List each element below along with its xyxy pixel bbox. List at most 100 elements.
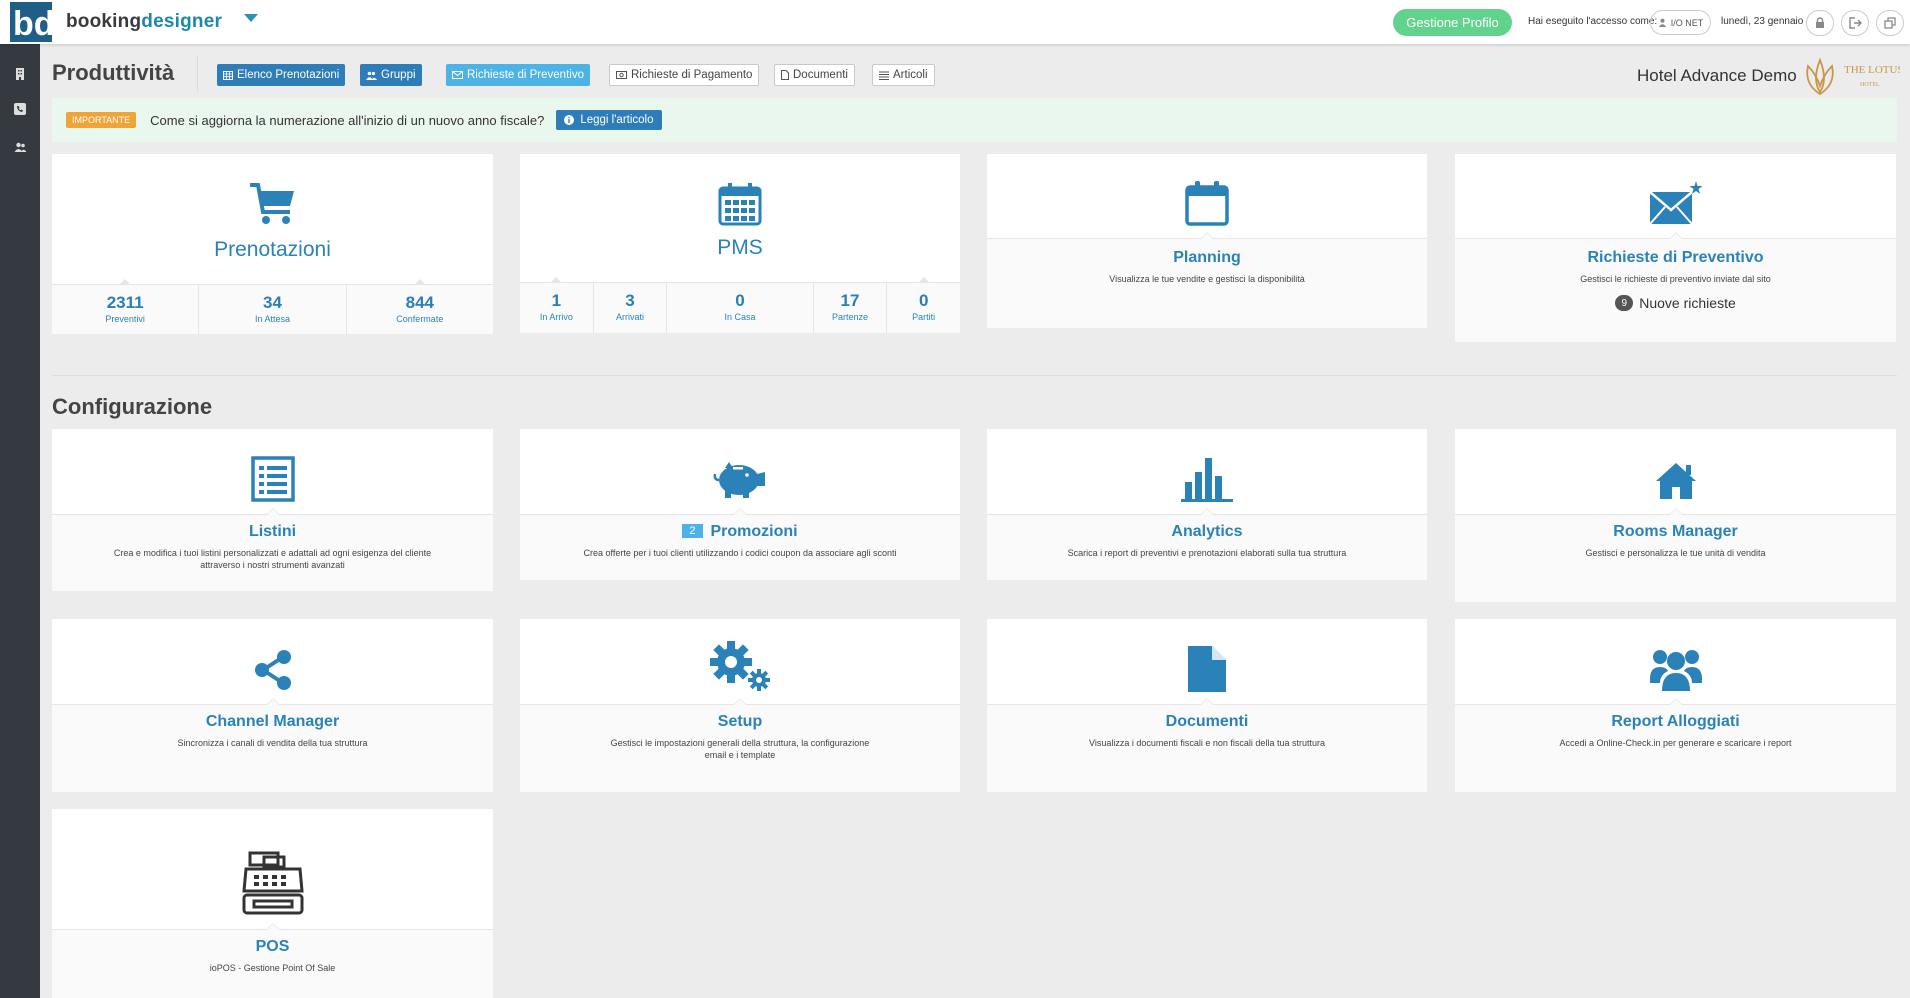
piggy-bank-icon xyxy=(713,461,765,498)
stat-arrivati[interactable]: 3 Arrivati xyxy=(594,283,668,333)
share-icon xyxy=(254,649,291,690)
cash-register-icon xyxy=(241,851,304,915)
section-divider xyxy=(52,375,1897,376)
nav-richieste-preventivo[interactable]: Richieste di Preventivo xyxy=(446,64,590,86)
top-bar: bd bookingdesigner Gestione Profilo Hai … xyxy=(0,0,1910,44)
nav-documenti[interactable]: Documenti xyxy=(774,64,855,86)
important-badge: IMPORTANTE xyxy=(66,112,137,128)
pms-label: PMS xyxy=(717,236,763,259)
card-listini[interactable]: Listini Crea e modifica i tuoi listini p… xyxy=(52,429,493,591)
lock-button[interactable] xyxy=(1806,10,1834,36)
nav-label: Richieste di Preventivo xyxy=(467,69,584,81)
card-pms[interactable]: PMS 1 In Arrivo 3 Arrivati 0 In Casa 17 Part… xyxy=(520,154,960,333)
new-requests[interactable]: 9 Nuove richieste xyxy=(1455,295,1896,311)
promozioni-info: 2 Promozioni Crea offerte per i tuoi clie… xyxy=(520,508,960,580)
phone-icon xyxy=(14,103,26,115)
nav-label: Articoli xyxy=(893,69,928,81)
pos-info: POS ioPOS - Gestione Point Of Sale xyxy=(52,923,493,998)
home-icon xyxy=(1655,462,1696,499)
nav-gruppi[interactable]: Gruppi xyxy=(360,64,422,86)
card-planning[interactable]: Planning Visualizza le tue vendite e ges… xyxy=(987,154,1427,328)
hotel-name: Hotel Advance Demo xyxy=(1637,66,1797,85)
nav-elenco-prenotazioni[interactable]: Elenco Prenotazioni xyxy=(217,64,346,86)
promozioni-count: 2 xyxy=(682,524,703,538)
logout-button[interactable] xyxy=(1841,10,1869,36)
user-button[interactable]: I/O NET xyxy=(1650,10,1711,35)
read-article-button[interactable]: Leggi l'articolo xyxy=(556,110,662,130)
card-report-alloggiati[interactable]: Report Alloggiati Accedi a Online-Check.… xyxy=(1455,619,1896,792)
card-pos[interactable]: POS ioPOS - Gestione Point Of Sale xyxy=(52,809,493,998)
price-list-icon xyxy=(250,455,295,502)
card-prenotazioni[interactable]: Prenotazioni 2311 Preventivi 34 In Attesa … xyxy=(52,154,493,334)
svg-text:THE LOTUS: THE LOTUS xyxy=(1844,64,1900,76)
pos-desc: ioPOS - Gestione Point Of Sale xyxy=(209,963,336,973)
chevron-down-icon[interactable] xyxy=(244,14,258,22)
setup-info: Setup Gestisci le impostazioni generali … xyxy=(520,698,960,792)
setup-desc: Gestisci le impostazioni generali della … xyxy=(610,738,870,760)
documenti-desc: Visualizza i documenti fiscali e non fis… xyxy=(1089,738,1325,748)
nav-label: Elenco Prenotazioni xyxy=(237,69,340,81)
document-icon xyxy=(1188,645,1226,692)
stat-partiti[interactable]: 0 Partiti xyxy=(887,277,960,333)
user-name: I/O NET xyxy=(1670,17,1704,28)
stat-confermate[interactable]: 844 Confermate xyxy=(347,279,493,334)
card-promozioni[interactable]: 2 Promozioni Crea offerte per i tuoi clie… xyxy=(520,429,960,580)
nav-label: Richieste di Pagamento xyxy=(631,69,753,81)
new-requests-label: Nuove richieste xyxy=(1639,295,1736,311)
card-documenti[interactable]: Documenti Visualizza i documenti fiscali… xyxy=(987,619,1427,792)
info-alert: IMPORTANTE Come si aggiorna la numerazio… xyxy=(52,98,1897,142)
logout-icon xyxy=(1848,17,1862,29)
nav-articoli[interactable]: Articoli xyxy=(872,64,935,86)
hotel-logo: THE LOTUS HOTEL xyxy=(1800,56,1904,98)
card-channel-manager[interactable]: Channel Manager Sincronizza i canali di … xyxy=(52,619,493,792)
group-icon xyxy=(1649,649,1702,691)
list-icon xyxy=(879,71,889,80)
nav-label: Gruppi xyxy=(381,69,416,81)
stat-preventivi[interactable]: 2311 Preventivi xyxy=(52,279,200,334)
stat-partenze[interactable]: 17 Partenze xyxy=(814,283,888,333)
listini-desc: Crea e modifica i tuoi listini personali… xyxy=(113,548,432,570)
stat-in-arrivo[interactable]: 1 In Arrivo xyxy=(520,277,594,333)
profile-button[interactable]: Gestione Profilo xyxy=(1393,9,1512,36)
gears-icon xyxy=(710,640,770,691)
svg-text:bd: bd xyxy=(13,5,52,42)
planning-info: Planning Visualizza le tue vendite e ges… xyxy=(987,232,1427,328)
channel-info: Channel Manager Sincronizza i canali di … xyxy=(52,698,493,792)
prenotazioni-stats: 2311 Preventivi 34 In Attesa 844 Confermate xyxy=(52,279,493,334)
card-setup[interactable]: Setup Gestisci le impostazioni generali … xyxy=(520,619,960,792)
stat-in-attesa[interactable]: 34 In Attesa xyxy=(199,285,347,334)
preventivo-info: Richieste di Preventivo Gestisci le rich… xyxy=(1455,232,1896,342)
preventivo-desc: Gestisci le richieste di preventivo invi… xyxy=(1580,274,1771,284)
sidebar-item-hotel[interactable] xyxy=(10,64,30,84)
lock-icon xyxy=(1816,17,1824,28)
rooms-info: Rooms Manager Gestisci e personalizza le… xyxy=(1455,508,1896,602)
envelope-icon xyxy=(452,71,463,79)
rooms-title: Rooms Manager xyxy=(1613,523,1738,540)
brand-logo[interactable]: bd bookingdesigner xyxy=(0,0,268,44)
planning-desc: Visualizza le tue vendite e gestisci la … xyxy=(1109,274,1305,284)
listini-info: Listini Crea e modifica i tuoi listini p… xyxy=(52,508,493,591)
section-title-configurazione: Configurazione xyxy=(52,394,213,419)
rooms-desc: Gestisci e personalizza le tue unità di … xyxy=(1585,548,1766,558)
table-icon xyxy=(223,70,233,80)
sidebar xyxy=(0,44,40,998)
channel-desc: Sincronizza i canali di vendita della tu… xyxy=(177,738,368,748)
nav-richieste-pagamento[interactable]: Richieste di Pagamento xyxy=(609,64,760,86)
window-button[interactable] xyxy=(1876,10,1904,36)
sidebar-item-phone[interactable] xyxy=(10,99,30,119)
card-rooms-manager[interactable]: Rooms Manager Gestisci e personalizza le… xyxy=(1455,429,1896,602)
window-icon xyxy=(1884,17,1896,29)
listini-title: Listini xyxy=(248,523,297,540)
brand-name: bookingdesigner xyxy=(66,11,223,32)
stat-in-casa[interactable]: 0 In Casa xyxy=(667,283,814,333)
card-richieste-preventivo[interactable]: Richieste di Preventivo Gestisci le rich… xyxy=(1455,154,1896,342)
lotus-logo-icon: THE LOTUS HOTEL xyxy=(1806,57,1904,96)
sidebar-item-users[interactable] xyxy=(10,137,30,157)
current-date: lunedì, 23 gennaio xyxy=(1721,16,1804,27)
planning-title: Planning xyxy=(1173,249,1241,266)
bar-chart-icon xyxy=(1181,457,1233,502)
money-icon xyxy=(616,71,627,79)
promozioni-title-row: 2 Promozioni xyxy=(520,523,960,541)
card-analytics[interactable]: Analytics Scarica i report di preventivi… xyxy=(987,429,1427,580)
promozioni-desc: Crea offerte per i tuoi clienti utilizza… xyxy=(583,548,897,558)
